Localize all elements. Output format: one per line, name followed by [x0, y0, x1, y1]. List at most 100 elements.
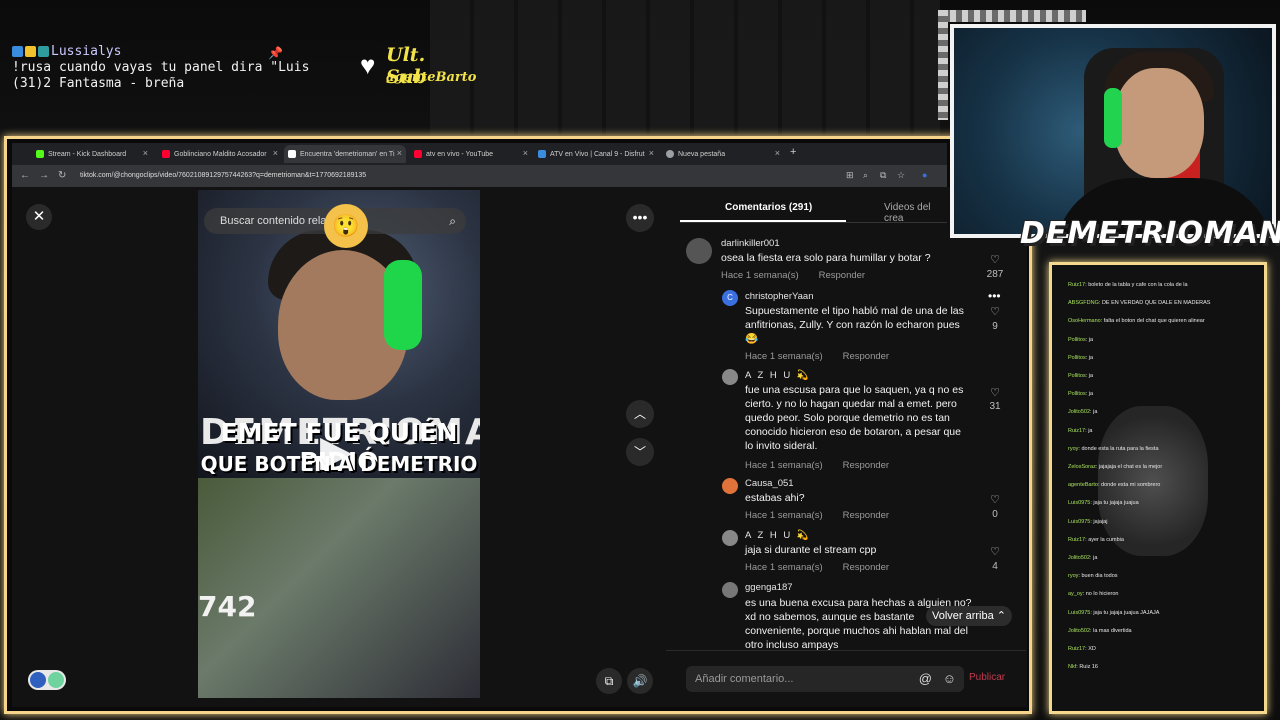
like-icon[interactable]: ♡	[984, 305, 1006, 318]
add-comment-input[interactable]: Añadir comentario... @ ☺	[686, 666, 964, 692]
install-icon[interactable]: ⧉	[880, 170, 886, 181]
back-icon[interactable]: ←	[20, 170, 30, 181]
browser-tab[interactable]: Goblinciano Maldito Acosador ×	[158, 145, 282, 163]
chat-username[interactable]: Nkf	[1068, 664, 1076, 670]
comment-username[interactable]: darlinkiller001	[721, 238, 780, 249]
tab-creator-videos[interactable]: Videos del crea	[884, 202, 947, 224]
chat-message: Nkf: Ruiz 16	[1068, 664, 1098, 671]
pip-icon[interactable]: ⧉	[596, 668, 622, 694]
chat-username[interactable]: ryoy	[1068, 446, 1078, 452]
like-icon[interactable]: ♡	[984, 545, 1006, 558]
forward-icon[interactable]: →	[39, 170, 49, 181]
more-options-icon[interactable]: •••	[626, 204, 654, 232]
publish-button[interactable]: Publicar	[969, 672, 1005, 683]
browser-tab[interactable]: atv en vivo - YouTube ×	[410, 145, 532, 163]
close-tab-icon[interactable]: ×	[143, 148, 148, 158]
close-tab-icon[interactable]: ×	[649, 148, 654, 158]
comment-username[interactable]: A Z H U 💫	[745, 370, 811, 381]
kick-icon	[36, 150, 44, 158]
comment-username[interactable]: christopherYaan	[745, 291, 813, 302]
chat-username[interactable]: Pollitos	[1068, 337, 1086, 343]
headset-shape	[384, 260, 422, 350]
chat-username[interactable]: agenteBarto	[1068, 482, 1098, 488]
chat-text: boleto de la tabla y cafe con la cola de…	[1088, 282, 1188, 288]
zoom-icon[interactable]: ⌕	[863, 170, 868, 181]
chat-username[interactable]: Pollitos	[1068, 373, 1086, 379]
browser-tab-active[interactable]: Encuentra 'demetrioman' en Ti ×	[284, 145, 406, 163]
emoji-icon[interactable]: ☺	[943, 666, 956, 692]
close-tab-icon[interactable]: ×	[397, 148, 402, 158]
translate-icon[interactable]: ⊞	[846, 170, 854, 181]
like-icon[interactable]: ♡	[984, 493, 1006, 506]
avatar[interactable]: C	[722, 290, 738, 306]
ceiling-texture	[430, 0, 940, 135]
chat-username[interactable]: ryoy	[1068, 573, 1078, 579]
avatar[interactable]	[722, 369, 738, 385]
browser-tab[interactable]: Nueva pestaña ×	[662, 145, 784, 163]
reply-button[interactable]: Responder	[843, 351, 889, 362]
bookmark-star-icon[interactable]: ☆	[897, 170, 905, 181]
previous-video-button[interactable]: ︿	[626, 400, 654, 428]
comment-username[interactable]: ggenga187	[745, 582, 793, 593]
chat-username[interactable]: Ruiz17	[1068, 646, 1085, 652]
comment-text: quedo peor. Solo porque demetrio no es t…	[745, 412, 950, 424]
close-tab-icon[interactable]: ×	[775, 148, 780, 158]
chat-username[interactable]: Pollitos	[1068, 355, 1086, 361]
chat-username[interactable]: ABSGFDNG	[1068, 300, 1099, 306]
profile-icon[interactable]: ●	[922, 170, 927, 180]
new-tab-button[interactable]: +	[790, 146, 796, 158]
reply-button[interactable]: Responder	[843, 510, 889, 521]
browser-tab[interactable]: Stream - Kick Dashboard ×	[32, 145, 152, 163]
video-player[interactable]: Buscar contenido relacionado ⌕ 😲 DEMETRI…	[198, 190, 480, 698]
chat-username[interactable]: ay_oy	[1068, 591, 1083, 597]
close-video-button[interactable]: ✕	[26, 204, 52, 230]
autoscroll-toggle[interactable]	[28, 670, 66, 690]
back-to-top-button[interactable]: Volver arriba ⌃	[926, 606, 1012, 626]
video-number: 742	[198, 590, 257, 623]
globe-icon	[666, 150, 674, 158]
play-icon[interactable]: ▶	[320, 426, 352, 475]
chat-username[interactable]: Luis0975	[1068, 519, 1090, 525]
avatar[interactable]	[722, 530, 738, 546]
avatar[interactable]	[722, 582, 738, 598]
chat-username[interactable]: ZelosSoraz	[1068, 464, 1096, 470]
like-icon[interactable]: ♡	[984, 253, 1006, 266]
chat-username[interactable]: Jolito502	[1068, 555, 1090, 561]
chat-text: Ruiz 16	[1079, 664, 1098, 671]
reply-button[interactable]: Responder	[819, 270, 865, 281]
chat-username[interactable]: Pollitos	[1068, 391, 1086, 397]
chat-text: no lo hicieron	[1085, 591, 1119, 598]
chat-username[interactable]: Ruiz17	[1068, 282, 1085, 288]
volume-icon[interactable]: 🔊	[627, 668, 653, 694]
mention-icon[interactable]: @	[919, 666, 932, 692]
chat-text: buen dia todos	[1081, 573, 1118, 580]
comment-text: lo invito sideral.	[745, 440, 818, 452]
chat-username[interactable]: Luis0975	[1068, 610, 1090, 616]
chat-message: ZelosSoraz: jajajaja el chat es la mejor	[1068, 464, 1163, 470]
chat-username[interactable]: Jolito502	[1068, 628, 1090, 634]
comment-options-icon[interactable]: •••	[988, 289, 1001, 303]
comment-username[interactable]: Causa_051	[745, 478, 794, 489]
next-video-button[interactable]: ﹀	[626, 438, 654, 466]
reload-icon[interactable]: ↻	[58, 170, 66, 181]
search-icon[interactable]: ⌕	[449, 208, 456, 234]
close-tab-icon[interactable]: ×	[523, 148, 528, 158]
avatar[interactable]	[686, 238, 712, 264]
url-input[interactable]: tiktok.com/@chongoclips/video/7602108912…	[80, 168, 840, 184]
chat-username[interactable]: Jolito502	[1068, 409, 1090, 415]
close-tab-icon[interactable]: ×	[273, 148, 278, 158]
avatar[interactable]	[722, 478, 738, 494]
chat-username[interactable]: Ruiz17	[1068, 537, 1085, 543]
like-count: 9	[992, 321, 998, 332]
like-icon[interactable]: ♡	[984, 386, 1006, 399]
browser-tab[interactable]: ATV en Vivo | Canal 9 - Disfrut ×	[534, 145, 658, 163]
reply-button[interactable]: Responder	[843, 460, 889, 471]
reply-button[interactable]: Responder	[843, 562, 889, 573]
chat-username[interactable]: OsoHermano	[1068, 318, 1101, 324]
comment-username[interactable]: A Z H U 💫	[745, 530, 811, 541]
youtube-icon	[162, 150, 170, 158]
chat-username[interactable]: Luis0975	[1068, 500, 1090, 506]
chat-text: ja	[1088, 354, 1094, 361]
tab-comments[interactable]: Comentarios (291)	[725, 202, 812, 213]
chat-username[interactable]: Ruiz17	[1068, 428, 1085, 434]
